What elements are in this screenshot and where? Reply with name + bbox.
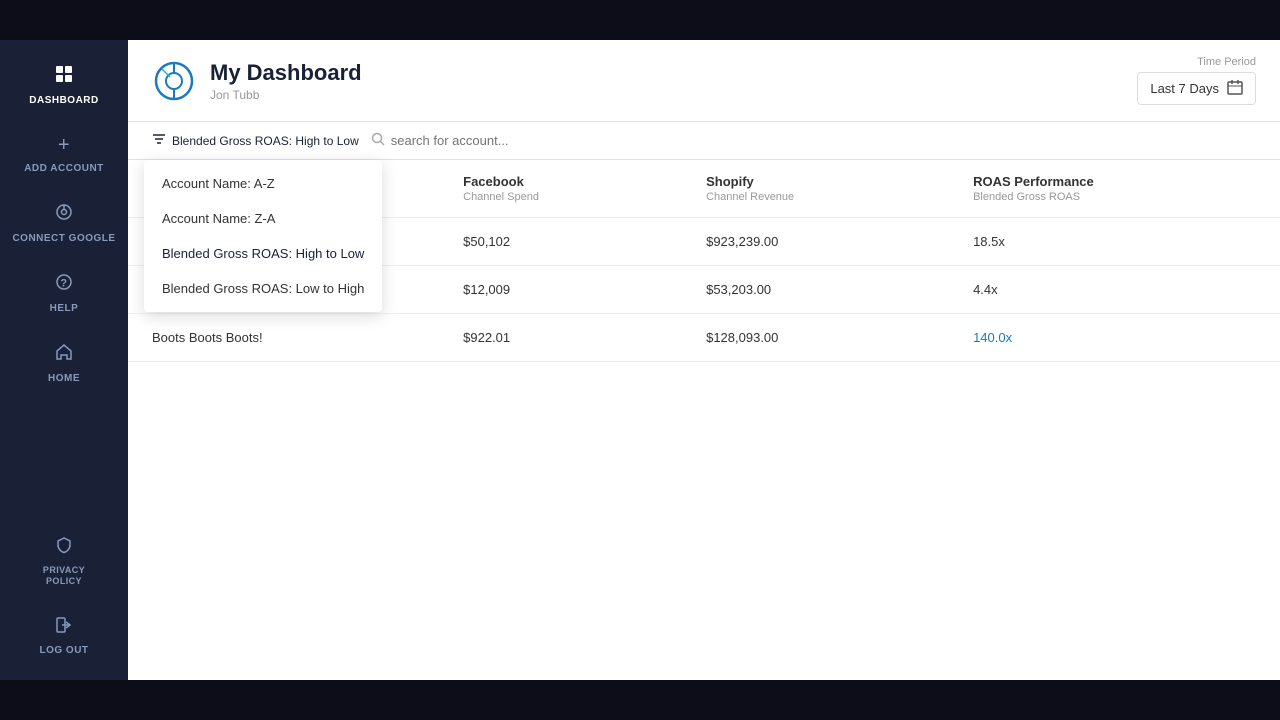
dashboard-icon [54, 64, 74, 89]
sort-button[interactable]: Blended Gross ROAS: High to Low [152, 132, 359, 149]
sort-label: Blended Gross ROAS: High to Low [172, 134, 359, 148]
cell-roas-1: 18.5x [949, 218, 1280, 266]
privacy-policy-icon [55, 536, 73, 559]
logo-icon [152, 59, 196, 103]
sidebar-item-log-out-label: LOG OUT [39, 645, 88, 656]
sidebar-item-add-account-label: ADD ACCOUNT [24, 163, 104, 174]
sidebar-item-help[interactable]: ? HELP [0, 258, 128, 328]
cell-shopify-1: $923,239.00 [682, 218, 949, 266]
toolbar: Blended Gross ROAS: High to Low Account … [128, 122, 1280, 160]
cell-shopify-3: $128,093.00 [682, 314, 949, 362]
user-name: Jon Tubb [210, 88, 362, 102]
col-roas: ROAS Performance Blended Gross ROAS [949, 160, 1280, 218]
time-period-label: Time Period [1197, 56, 1256, 68]
search-icon [371, 132, 385, 149]
search-box[interactable] [371, 132, 567, 149]
cell-facebook-3: $922.01 [439, 314, 682, 362]
sidebar-item-privacy-policy-label: PRIVACYPOLICY [43, 565, 85, 588]
time-period-selector[interactable]: Last 7 Days [1137, 72, 1256, 105]
sidebar-item-connect-google[interactable]: CONNECT GOOGLE [0, 188, 128, 258]
sort-dropdown: Account Name: A-Z Account Name: Z-A Blen… [144, 160, 382, 312]
cell-facebook-2: $12,009 [439, 266, 682, 314]
sidebar-item-dashboard[interactable]: DASHBOARD [0, 50, 128, 120]
add-account-icon: + [58, 134, 70, 157]
dashboard-title: My Dashboard [210, 60, 362, 86]
sidebar-item-connect-google-label: CONNECT GOOGLE [12, 233, 115, 244]
time-period-value: Last 7 Days [1150, 81, 1219, 96]
header: My Dashboard Jon Tubb Time Period Last 7… [128, 40, 1280, 122]
search-input[interactable] [391, 133, 567, 148]
dropdown-item-roas-low-high[interactable]: Blended Gross ROAS: Low to High [144, 271, 382, 306]
sidebar-bottom: PRIVACYPOLICY LOG OUT [0, 512, 128, 680]
sidebar: DASHBOARD + ADD ACCOUNT CONNECT GOOGLE [0, 40, 128, 680]
sidebar-nav: DASHBOARD + ADD ACCOUNT CONNECT GOOGLE [0, 40, 128, 512]
header-title-group: My Dashboard Jon Tubb [210, 60, 362, 102]
cell-roas-3: 140.0x [949, 314, 1280, 362]
sidebar-item-help-label: HELP [50, 303, 79, 314]
home-icon [54, 342, 74, 367]
sidebar-item-add-account[interactable]: + ADD ACCOUNT [0, 120, 128, 188]
calendar-icon [1227, 79, 1243, 98]
col-shopify: Shopify Channel Revenue [682, 160, 949, 218]
time-period-section: Time Period Last 7 Days [1137, 56, 1256, 105]
sidebar-item-log-out[interactable]: LOG OUT [0, 602, 128, 670]
help-icon: ? [54, 272, 74, 297]
sidebar-item-privacy-policy[interactable]: PRIVACYPOLICY [0, 522, 128, 602]
connect-google-icon [54, 202, 74, 227]
sidebar-item-dashboard-label: DASHBOARD [29, 95, 99, 106]
cell-account-3: Boots Boots Boots! [128, 314, 439, 362]
dropdown-item-name-az[interactable]: Account Name: A-Z [144, 166, 382, 201]
filter-icon [152, 132, 166, 149]
cell-shopify-2: $53,203.00 [682, 266, 949, 314]
dropdown-item-name-za[interactable]: Account Name: Z-A [144, 201, 382, 236]
cell-roas-2: 4.4x [949, 266, 1280, 314]
log-out-icon [55, 616, 73, 639]
cell-facebook-1: $50,102 [439, 218, 682, 266]
col-facebook: Facebook Channel Spend [439, 160, 682, 218]
table-row[interactable]: Boots Boots Boots! $922.01 $128,093.00 1… [128, 314, 1280, 362]
main-content: My Dashboard Jon Tubb Time Period Last 7… [128, 40, 1280, 680]
dropdown-item-roas-high-low[interactable]: Blended Gross ROAS: High to Low [144, 236, 382, 271]
sidebar-item-home[interactable]: HOME [0, 328, 128, 398]
header-left: My Dashboard Jon Tubb [152, 59, 362, 103]
sidebar-item-home-label: HOME [48, 373, 80, 384]
svg-text:?: ? [60, 278, 67, 290]
